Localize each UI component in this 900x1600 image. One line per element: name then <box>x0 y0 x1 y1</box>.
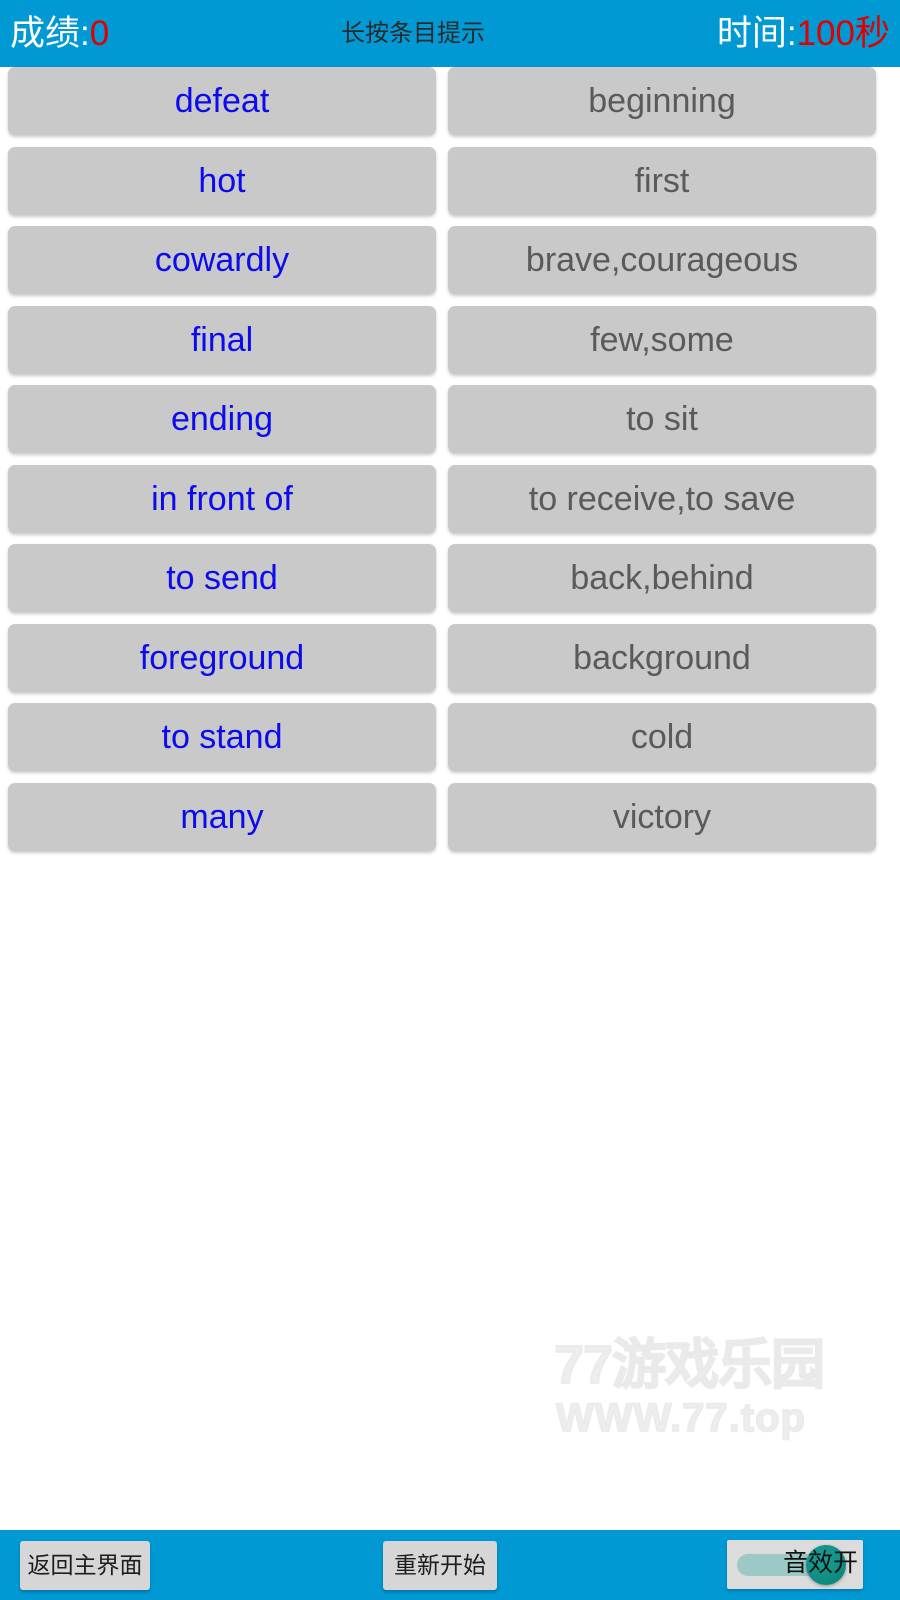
word-pair-row: defeat beginning <box>0 67 900 147</box>
word-pair-row: to stand cold <box>0 703 900 783</box>
word-card-right-7[interactable]: back,behind <box>448 544 876 612</box>
word-card-label: to stand <box>161 718 283 756</box>
word-card-label: many <box>180 797 264 836</box>
sound-toggle-switch[interactable]: 音效开 <box>727 1540 863 1589</box>
top-status-bar: 成绩:0 长按条目提示 时间:100秒 <box>0 0 900 67</box>
word-card-label: background <box>573 638 751 677</box>
word-card-right-9[interactable]: cold <box>448 703 876 771</box>
word-card-left-9[interactable]: to stand <box>8 703 436 771</box>
word-card-label: beginning <box>588 82 736 120</box>
word-card-label: to receive,to save <box>528 479 796 518</box>
word-card-right-1[interactable]: beginning <box>448 67 876 135</box>
word-card-label: back,behind <box>570 559 754 597</box>
word-card-label: first <box>634 161 690 200</box>
word-card-label: victory <box>612 797 712 836</box>
restart-button[interactable]: 重新开始 <box>383 1541 497 1590</box>
watermark-main-text: 77游戏乐园 <box>553 1335 826 1395</box>
word-card-left-8[interactable]: foreground <box>8 623 436 692</box>
word-card-label: hot <box>198 161 246 200</box>
word-card-left-1[interactable]: defeat <box>8 67 436 135</box>
word-pair-row: ending to sit <box>0 385 900 465</box>
word-match-board: defeat beginning hot first cowardly brav… <box>0 67 900 862</box>
word-pair-row: many victory <box>0 782 900 863</box>
word-card-label: to send <box>166 559 278 597</box>
word-card-right-3[interactable]: brave,courageous <box>448 226 876 294</box>
word-card-label: defeat <box>174 82 270 120</box>
word-card-right-5[interactable]: to sit <box>448 385 876 453</box>
time-label: 时间: <box>716 14 797 53</box>
word-card-label: cold <box>630 718 694 756</box>
word-card-label: in front of <box>151 479 293 518</box>
word-card-label: ending <box>170 400 274 438</box>
word-card-left-6[interactable]: in front of <box>8 464 436 533</box>
word-pair-row: final few,some <box>0 305 900 386</box>
timer-display: 时间:100秒 <box>717 16 890 51</box>
word-pair-row: cowardly brave,courageous <box>0 226 900 306</box>
word-card-right-8[interactable]: background <box>448 623 876 692</box>
word-card-label: foreground <box>139 638 305 677</box>
watermark-url-text: WWW.77.top <box>555 1396 806 1440</box>
word-pair-row: in front of to receive,to save <box>0 464 900 545</box>
word-card-label: few,some <box>590 320 734 359</box>
sound-toggle-label: 音效开 <box>782 1549 858 1577</box>
word-card-left-2[interactable]: hot <box>8 146 436 215</box>
word-card-label: brave,courageous <box>525 241 799 279</box>
word-card-left-3[interactable]: cowardly <box>8 226 436 294</box>
long-press-hint: 长按条目提示 <box>341 19 486 47</box>
site-watermark: 77游戏乐园 WWW.77.top <box>548 1335 878 1458</box>
word-card-label: to sit <box>626 400 698 438</box>
word-card-left-10[interactable]: many <box>8 782 436 851</box>
word-pair-row: to send back,behind <box>0 544 900 624</box>
word-card-label: final <box>190 320 254 359</box>
return-home-button[interactable]: 返回主界面 <box>20 1541 150 1590</box>
word-pair-row: foreground background <box>0 623 900 704</box>
word-card-right-4[interactable]: few,some <box>448 305 876 374</box>
word-card-right-10[interactable]: victory <box>448 782 876 851</box>
word-card-label: cowardly <box>154 241 290 279</box>
word-card-left-4[interactable]: final <box>8 305 436 374</box>
word-card-left-5[interactable]: ending <box>8 385 436 453</box>
word-card-left-7[interactable]: to send <box>8 544 436 612</box>
word-pair-row: hot first <box>0 146 900 227</box>
word-card-right-2[interactable]: first <box>448 146 876 215</box>
time-value: 100秒 <box>796 14 890 53</box>
score-value: 0 <box>89 14 110 53</box>
word-card-right-6[interactable]: to receive,to save <box>448 464 876 533</box>
score-label: 成绩: <box>10 14 90 53</box>
score-display: 成绩:0 <box>10 16 109 51</box>
